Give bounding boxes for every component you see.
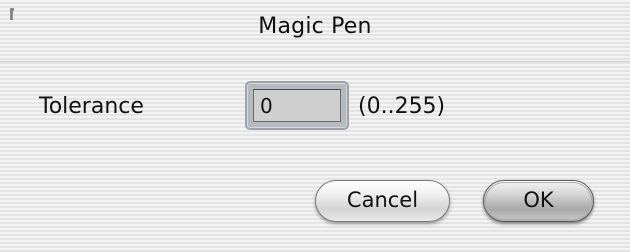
tolerance-label: Tolerance	[39, 94, 144, 119]
tolerance-range-hint: (0..255)	[358, 94, 446, 119]
cancel-button[interactable]: Cancel	[315, 180, 450, 222]
dialog-title: Magic Pen	[258, 14, 372, 39]
title-bar: Magic Pen	[0, 0, 630, 62]
ok-button[interactable]: OK	[483, 180, 594, 222]
tolerance-input[interactable]	[253, 89, 341, 122]
magic-pen-dialog: Magic Pen Tolerance (0..255) Cancel OK	[0, 0, 630, 252]
